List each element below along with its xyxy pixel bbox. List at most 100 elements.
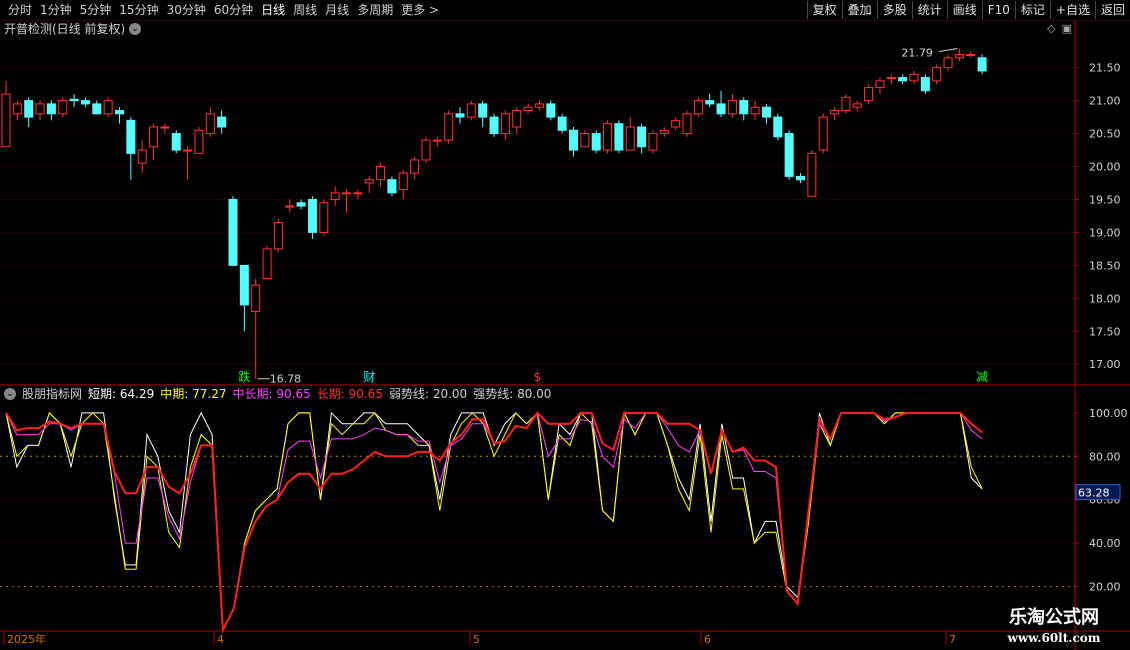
candle-body [160,126,170,129]
watermark-title: 乐淘公式网 [1009,607,1099,628]
candle-body [1,93,11,148]
y-tick-label: 17.50 [1089,325,1121,338]
candle-body [784,133,794,177]
low-price-label: 16.78 [270,373,302,386]
x-tick-label: 2025年 [7,632,46,646]
candle-body [830,109,840,115]
candle-body [841,96,851,111]
candle-body [228,198,238,266]
y-tick-label: 20.50 [1089,128,1121,141]
watermark: 乐淘公式网 www.60lt.com [986,606,1122,646]
y-tick-label: 40.00 [1089,537,1121,550]
candle-body [273,222,283,250]
candle-body [319,202,329,233]
candle-body [943,57,953,69]
candle-body [217,116,227,128]
candle-body [637,126,647,148]
candle-body [80,100,90,105]
candle-body [342,192,351,195]
candle-body [898,77,908,82]
candle-body [69,98,79,102]
candle-body [444,113,454,141]
y-tick-label: 20.00 [1089,581,1121,594]
candle-body [614,123,624,151]
candle-body [353,192,363,195]
candle-body [171,133,181,151]
candle-body [307,198,317,233]
candle-body [364,179,374,184]
candle-body [875,80,885,88]
candle-body [239,264,249,306]
high-price-label: 21.79 [901,47,933,60]
candle-body [296,202,306,207]
y-tick-label: 19.50 [1089,193,1121,206]
event-marker: 跌 [238,369,250,384]
y-tick-label: 18.00 [1089,292,1121,305]
y-tick-label: 21.50 [1089,62,1121,75]
candle-body [603,123,613,151]
y-tick-label: 19.00 [1089,226,1121,239]
candle-body [330,192,340,200]
candle-body [126,119,136,154]
candle-body [705,100,715,105]
candle-body [410,159,420,174]
candle-body [682,113,692,135]
candle-body [398,172,408,191]
candle-body [886,77,896,80]
candle-body [648,133,658,151]
candle-body [251,284,261,313]
candle-body [489,116,499,135]
event-marker: $ [533,370,541,384]
candle-body [194,129,204,154]
current-value-label: 63.28 [1078,487,1110,500]
candle-body [262,248,272,280]
candle-body [671,119,681,128]
candle-body [115,109,124,115]
candle-body [432,139,442,142]
x-tick-label: 7 [949,633,956,646]
candle-body [761,106,771,118]
candle-body [557,116,567,131]
candle-body [137,149,147,164]
candle-body [58,100,68,115]
x-tick-label: 4 [217,633,224,646]
candle-body [852,103,862,108]
candle-body [466,103,476,118]
candle-body [864,86,874,102]
candle-body [693,100,703,115]
candle-body [103,100,113,115]
candle-body [920,77,930,92]
candle-body [478,103,488,118]
candle-body [149,126,159,148]
x-tick-label: 5 [473,633,480,646]
candle-body [932,67,942,82]
candle-body [205,113,215,135]
candle-body [35,103,45,115]
x-tick-label: 6 [704,633,711,646]
candle-body [569,129,578,151]
candle-body [591,133,601,151]
candle-body [625,126,635,151]
candle-body [580,133,590,148]
candle-body [977,57,987,72]
candle-body [183,149,193,152]
y-tick-label: 100.00 [1089,407,1128,420]
candle-body [500,113,510,135]
watermark-url: www.60lt.com [1007,631,1101,645]
candle-body [954,53,964,59]
chart-canvas[interactable]: 17.00 17.50 18.00 18.50 19.00 19.50 20.00 20.50… [0,0,1130,650]
candle-body [46,103,56,115]
candle-body [512,109,522,128]
candle-body [523,106,533,111]
candle-body [546,103,556,118]
y-tick-label: 18.50 [1089,259,1121,272]
candle-body [727,100,737,115]
candle-body [966,53,976,56]
candle-body [818,116,828,151]
high-pointer [939,48,958,53]
y-tick-label: 17.00 [1089,358,1121,371]
candle-body [534,103,544,108]
candle-body [92,103,102,115]
candle-body [421,139,431,161]
candle-body [376,166,386,181]
